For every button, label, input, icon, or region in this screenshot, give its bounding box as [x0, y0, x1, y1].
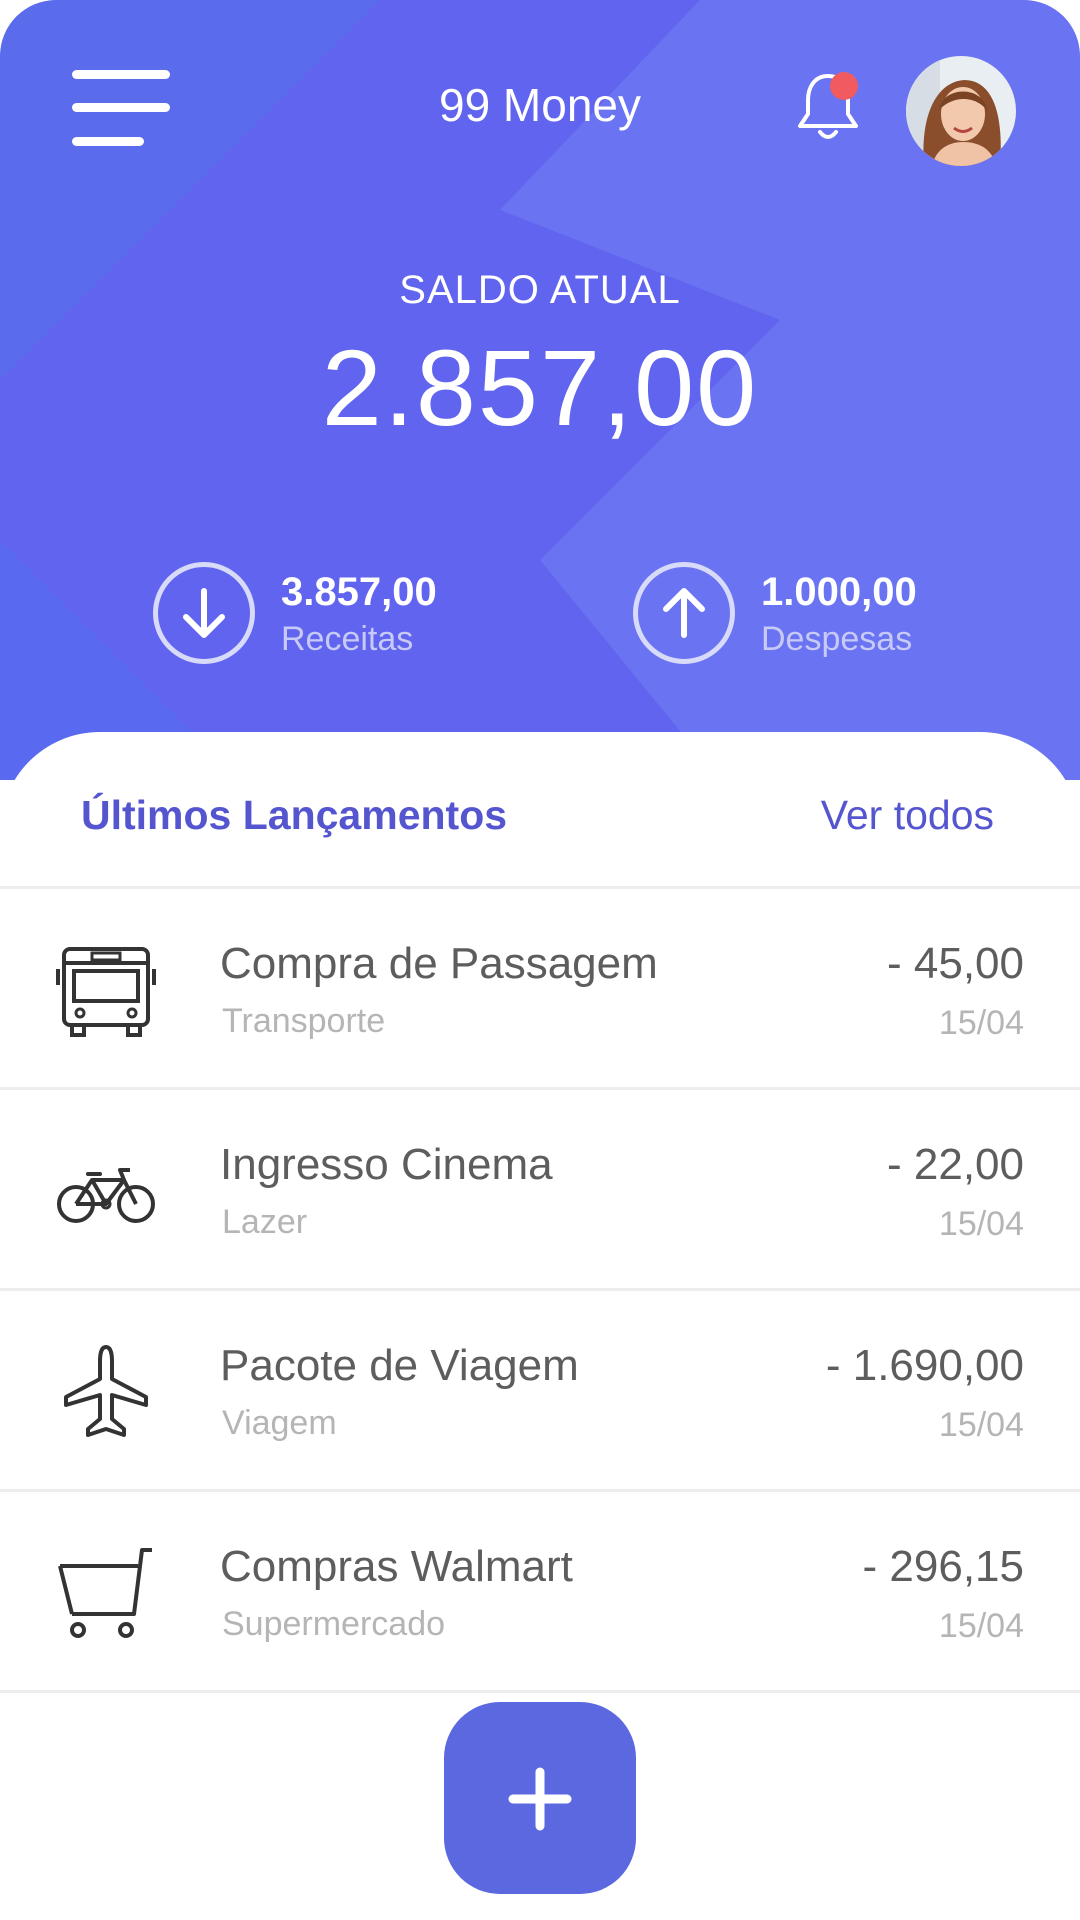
notifications-button[interactable]	[792, 68, 864, 148]
transaction-name: Compras Walmart	[220, 1542, 573, 1591]
avatar-image	[906, 56, 1016, 166]
shopping-cart-icon	[58, 1548, 152, 1638]
bicycle-icon	[57, 1168, 155, 1223]
app-screen: 99 Money SALDO ATUAL 2.857,00 3.857,00 R…	[0, 0, 1080, 1920]
expenses-amount: 1.000,00	[761, 570, 917, 614]
expenses-summary[interactable]: 1.000,00 Despesas	[633, 562, 953, 664]
income-label: Receitas	[281, 620, 414, 658]
income-amount: 3.857,00	[281, 570, 437, 614]
expenses-label: Despesas	[761, 620, 913, 658]
add-transaction-button[interactable]	[444, 1702, 636, 1894]
transaction-category: Lazer	[222, 1203, 308, 1241]
transaction-amount: - 45,00	[887, 939, 1024, 988]
transaction-row[interactable]: Compras Walmart Supermercado - 296,15 15…	[0, 1492, 1080, 1690]
transaction-date: 15/04	[938, 1205, 1024, 1243]
transaction-category: Transporte	[222, 1002, 386, 1040]
notification-badge	[830, 72, 858, 100]
arrow-up-circle-icon	[633, 562, 735, 664]
plus-icon	[508, 1767, 572, 1831]
arrow-down-circle-icon	[153, 562, 255, 664]
transactions-title: Últimos Lançamentos	[81, 792, 508, 838]
transaction-date: 15/04	[938, 1607, 1024, 1645]
balance-header: 99 Money SALDO ATUAL 2.857,00 3.857,00 R…	[0, 0, 1080, 780]
transaction-date: 15/04	[938, 1406, 1024, 1444]
balance-label: SALDO ATUAL	[399, 268, 681, 312]
user-avatar[interactable]	[906, 56, 1016, 166]
bus-icon	[56, 947, 156, 1037]
transaction-category: Viagem	[222, 1404, 337, 1442]
menu-icon-line-3	[72, 137, 144, 146]
transaction-row[interactable]: Pacote de Viagem Viagem - 1.690,00 15/04	[0, 1291, 1080, 1489]
top-bar: 99 Money	[0, 0, 1080, 220]
transaction-name: Ingresso Cinema	[220, 1140, 553, 1189]
transaction-amount: - 1.690,00	[825, 1341, 1024, 1390]
transaction-date: 15/04	[938, 1004, 1024, 1042]
transaction-name: Compra de Passagem	[220, 939, 658, 988]
transaction-row[interactable]: Ingresso Cinema Lazer - 22,00 15/04	[0, 1090, 1080, 1288]
balance-value: 2.857,00	[321, 327, 759, 448]
transaction-category: Supermercado	[222, 1605, 446, 1643]
see-all-link[interactable]: Ver todos	[821, 792, 994, 839]
transaction-amount: - 22,00	[887, 1140, 1024, 1189]
transaction-name: Pacote de Viagem	[220, 1341, 579, 1390]
income-summary[interactable]: 3.857,00 Receitas	[153, 562, 473, 664]
transaction-amount: - 296,15	[862, 1542, 1024, 1591]
airplane-icon	[64, 1345, 148, 1437]
divider	[0, 1690, 1080, 1693]
transaction-row[interactable]: Compra de Passagem Transporte - 45,00 15…	[0, 889, 1080, 1087]
